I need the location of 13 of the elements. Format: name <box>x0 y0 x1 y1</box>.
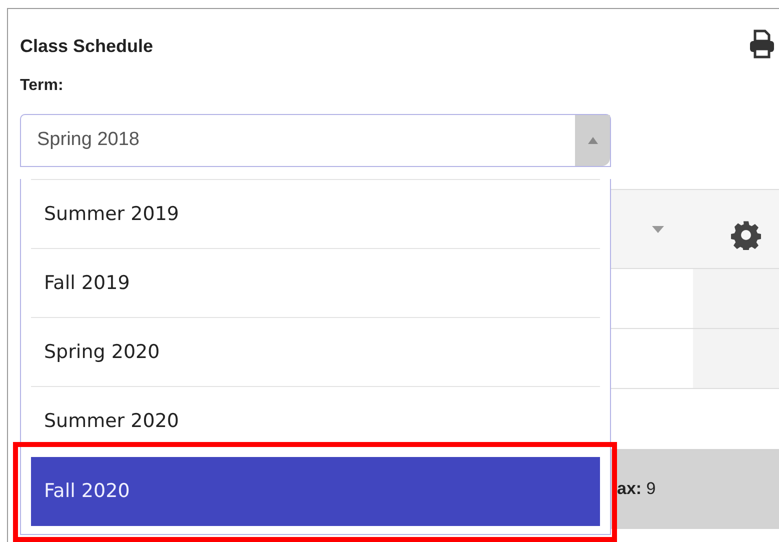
dropdown-option[interactable]: Summer 2019 <box>31 179 600 248</box>
term-label: Term: <box>20 77 64 94</box>
dropdown-option[interactable]: Summer 2020 <box>31 386 600 455</box>
dropdown-option[interactable]: Fall 2019 <box>31 248 600 317</box>
summary-text: ax: 9 <box>617 478 656 500</box>
gear-icon[interactable] <box>731 220 761 250</box>
caret-icon[interactable] <box>652 226 664 232</box>
print-icon[interactable] <box>749 29 775 59</box>
caret-icon <box>588 137 598 144</box>
term-select[interactable]: Spring 2018 <box>20 114 611 167</box>
dropdown-option[interactable]: Spring 2020 <box>31 317 600 386</box>
panel-title: Class Schedule <box>20 35 154 58</box>
dropdown-option[interactable]: Fall 2020 <box>31 457 600 526</box>
